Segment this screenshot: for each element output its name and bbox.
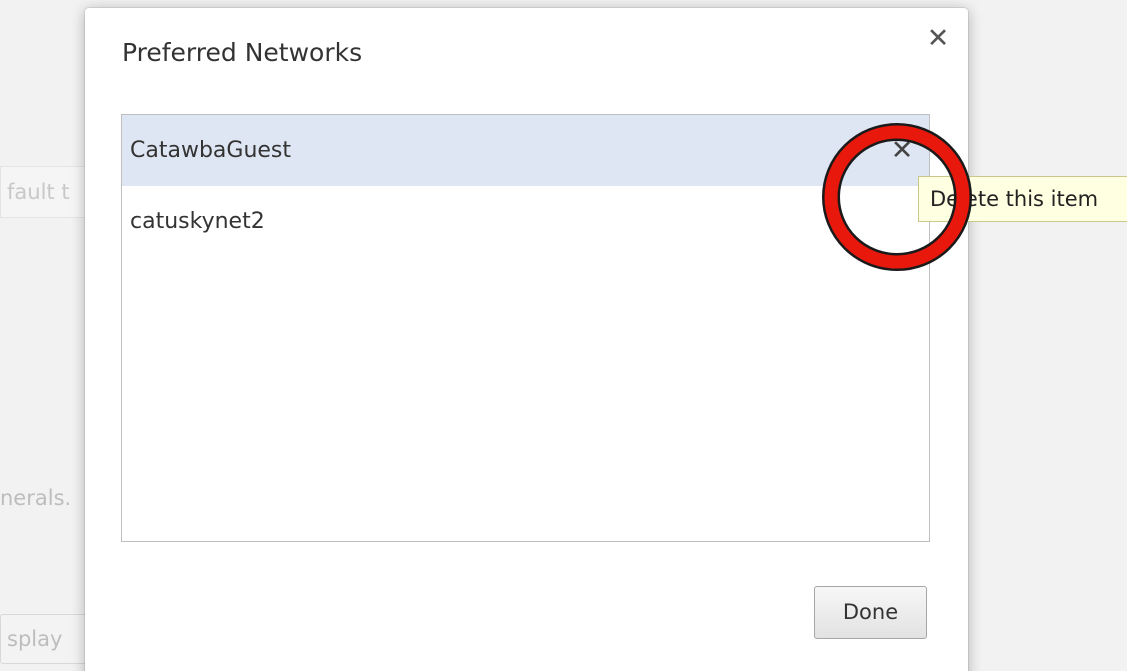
background-field-text: fault t	[7, 180, 70, 204]
list-item[interactable]: catuskynet2	[122, 186, 929, 257]
done-button[interactable]: Done	[814, 586, 927, 639]
network-name: catuskynet2	[130, 209, 265, 234]
network-list: CatawbaGuest ✕ catuskynet2	[121, 114, 930, 542]
delete-item-icon[interactable]: ✕	[887, 115, 917, 186]
tooltip-text: Delete this item	[930, 187, 1099, 211]
tooltip: Delete this item	[918, 176, 1127, 222]
screen: fault t nerals. splay Preferred Networks…	[0, 0, 1127, 671]
background-button: splay	[0, 614, 95, 664]
background-text: nerals.	[0, 486, 72, 510]
background-button-label: splay	[7, 627, 63, 651]
preferred-networks-dialog: Preferred Networks ✕ CatawbaGuest ✕ catu…	[85, 8, 968, 671]
close-icon[interactable]: ✕	[923, 22, 953, 56]
background-field: fault t	[0, 166, 95, 218]
list-item[interactable]: CatawbaGuest ✕	[122, 115, 929, 186]
dialog-title: Preferred Networks	[122, 38, 363, 67]
network-name: CatawbaGuest	[130, 138, 292, 163]
